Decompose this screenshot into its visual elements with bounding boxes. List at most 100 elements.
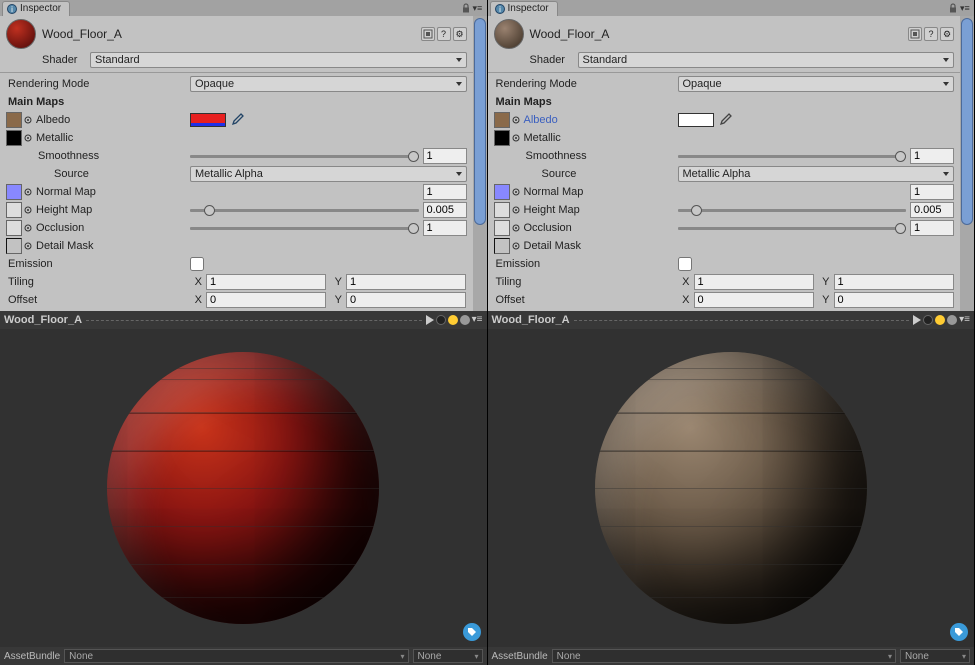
texture-picker-icon[interactable] [24, 224, 32, 232]
rendering-mode-dropdown[interactable]: Opaque [678, 76, 955, 92]
height-slider[interactable] [678, 209, 907, 212]
height-input[interactable] [910, 202, 954, 218]
texture-picker-icon[interactable] [512, 134, 520, 142]
source-label: Source [6, 168, 186, 180]
offset-y-input[interactable] [346, 292, 466, 308]
rendering-mode-dropdown[interactable]: Opaque [190, 76, 467, 92]
toggle-presets-icon[interactable] [421, 27, 435, 41]
lock-icon[interactable] [948, 3, 958, 13]
emission-checkbox[interactable] [190, 257, 204, 271]
occlusion-slider[interactable] [190, 227, 419, 230]
scrollbar[interactable] [960, 16, 974, 311]
assetbundle-dropdown[interactable]: None [552, 649, 896, 663]
emission-checkbox[interactable] [678, 257, 692, 271]
settings-icon[interactable]: ⚙ [453, 27, 467, 41]
toggle-presets-icon[interactable] [908, 27, 922, 41]
offset-y-input[interactable] [834, 292, 954, 308]
source-dropdown[interactable]: Metallic Alpha [678, 166, 955, 182]
panel-menu-icon[interactable]: ▾≡ [473, 3, 483, 13]
preview-menu-icon[interactable]: ▾≡ [959, 315, 970, 325]
texture-picker-icon[interactable] [24, 188, 32, 196]
occlusion-texture-slot[interactable] [494, 220, 510, 236]
tiling-y-input[interactable] [346, 274, 466, 290]
preview-env-icon[interactable] [947, 315, 957, 325]
texture-picker-icon[interactable] [512, 116, 520, 124]
shader-dropdown[interactable]: Standard [578, 52, 955, 68]
play-icon[interactable] [913, 315, 921, 325]
albedo-color-swatch[interactable] [678, 113, 714, 127]
texture-picker-icon[interactable] [24, 116, 32, 124]
offset-x-input[interactable] [694, 292, 814, 308]
help-icon[interactable]: ? [924, 27, 938, 41]
texture-picker-icon[interactable] [512, 188, 520, 196]
smoothness-slider[interactable] [190, 155, 419, 158]
albedo-texture-slot[interactable] [6, 112, 22, 128]
tiling-x-input[interactable] [694, 274, 814, 290]
inspector-tab[interactable]: i Inspector [490, 1, 558, 16]
normal-input[interactable] [423, 184, 467, 200]
height-slider[interactable] [190, 209, 419, 212]
preview-menu-icon[interactable]: ▾≡ [472, 315, 483, 325]
detail-mask-texture-slot[interactable] [494, 238, 510, 254]
detail-mask-texture-slot[interactable] [6, 238, 22, 254]
source-dropdown[interactable]: Metallic Alpha [190, 166, 467, 182]
tag-icon[interactable] [463, 623, 481, 641]
occlusion-texture-slot[interactable] [6, 220, 22, 236]
preview-shape-icon[interactable] [436, 315, 446, 325]
normal-input[interactable] [910, 184, 954, 200]
info-icon: i [7, 4, 17, 14]
texture-picker-icon[interactable] [512, 206, 520, 214]
normal-texture-slot[interactable] [6, 184, 22, 200]
texture-picker-icon[interactable] [512, 242, 520, 250]
material-preview[interactable] [488, 329, 975, 647]
panel-menu-icon[interactable]: ▾≡ [960, 3, 970, 13]
metallic-texture-slot[interactable] [494, 130, 510, 146]
preview-light-icon[interactable] [935, 315, 945, 325]
eyedropper-icon[interactable] [718, 113, 732, 127]
preview-env-icon[interactable] [460, 315, 470, 325]
height-label: Height Map [524, 204, 674, 216]
texture-picker-icon[interactable] [512, 224, 520, 232]
smoothness-label: Smoothness [6, 150, 186, 162]
metallic-texture-slot[interactable] [6, 130, 22, 146]
occlusion-input[interactable] [910, 220, 954, 236]
settings-icon[interactable]: ⚙ [940, 27, 954, 41]
normal-texture-slot[interactable] [494, 184, 510, 200]
assetbundle-bar: AssetBundle None None [488, 647, 975, 665]
texture-picker-icon[interactable] [24, 206, 32, 214]
smoothness-input[interactable] [423, 148, 467, 164]
material-preview[interactable] [0, 329, 487, 647]
help-icon[interactable]: ? [437, 27, 451, 41]
shader-dropdown[interactable]: Standard [90, 52, 467, 68]
height-texture-slot[interactable] [6, 202, 22, 218]
emission-label: Emission [494, 258, 674, 270]
material-thumbnail[interactable] [6, 19, 36, 49]
assetbundle-variant-dropdown[interactable]: None [900, 649, 970, 663]
material-thumbnail[interactable] [494, 19, 524, 49]
detail-mask-label: Detail Mask [36, 240, 93, 252]
height-texture-slot[interactable] [494, 202, 510, 218]
texture-picker-icon[interactable] [24, 134, 32, 142]
play-icon[interactable] [426, 315, 434, 325]
smoothness-slider[interactable] [678, 155, 907, 158]
occlusion-input[interactable] [423, 220, 467, 236]
preview-light-icon[interactable] [448, 315, 458, 325]
rendering-mode-label: Rendering Mode [494, 78, 674, 90]
albedo-texture-slot[interactable] [494, 112, 510, 128]
assetbundle-variant-dropdown[interactable]: None [413, 649, 483, 663]
preview-shape-icon[interactable] [923, 315, 933, 325]
occlusion-slider[interactable] [678, 227, 907, 230]
albedo-color-swatch[interactable] [190, 113, 226, 127]
scrollbar[interactable] [473, 16, 487, 311]
height-input[interactable] [423, 202, 467, 218]
inspector-tab[interactable]: i Inspector [2, 1, 70, 16]
smoothness-input[interactable] [910, 148, 954, 164]
texture-picker-icon[interactable] [24, 242, 32, 250]
tiling-y-input[interactable] [834, 274, 954, 290]
offset-x-input[interactable] [206, 292, 326, 308]
eyedropper-icon[interactable] [230, 113, 244, 127]
tiling-x-input[interactable] [206, 274, 326, 290]
tag-icon[interactable] [950, 623, 968, 641]
assetbundle-dropdown[interactable]: None [64, 649, 408, 663]
lock-icon[interactable] [461, 3, 471, 13]
